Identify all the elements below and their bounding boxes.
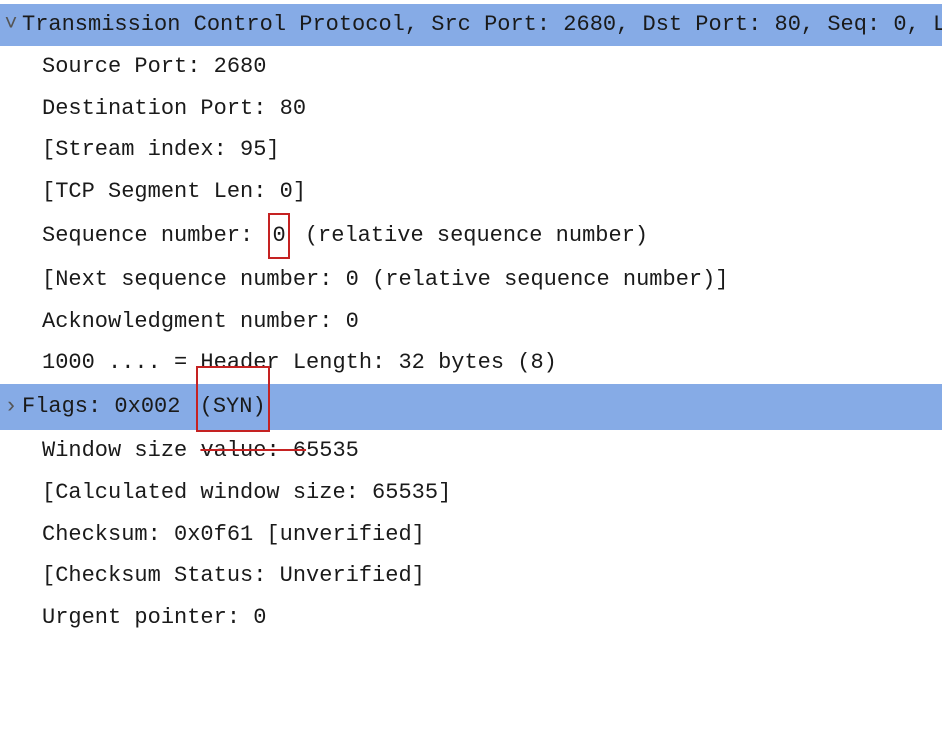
window-size-row[interactable]: Window size value: 65535	[0, 430, 942, 472]
tcp-header-row[interactable]: ˅Transmission Control Protocol, Src Port…	[0, 4, 942, 46]
ack-row[interactable]: Acknowledgment number: 0	[0, 301, 942, 343]
checksum-row[interactable]: Checksum: 0x0f61 [unverified]	[0, 514, 942, 556]
tcp-header-text: Transmission Control Protocol, Src Port:…	[22, 12, 942, 37]
sequence-number-row[interactable]: Sequence number: 0 (relative sequence nu…	[0, 213, 942, 259]
ack-text: Acknowledgment number: 0	[42, 309, 359, 334]
calc-window-row[interactable]: [Calculated window size: 65535]	[0, 472, 942, 514]
source-port-text: Source Port: 2680	[42, 54, 266, 79]
chevron-down-icon[interactable]: ˅	[0, 4, 22, 46]
segment-len-row[interactable]: [TCP Segment Len: 0]	[0, 171, 942, 213]
seq-suffix: (relative sequence number)	[292, 223, 648, 248]
seq-value-highlight: 0	[268, 213, 289, 259]
chevron-right-icon[interactable]: ›	[0, 386, 22, 428]
next-seq-row[interactable]: [Next sequence number: 0 (relative seque…	[0, 259, 942, 301]
window-pre: Window size	[42, 438, 200, 463]
checksum-status-text: [Checksum Status: Unverified]	[42, 563, 425, 588]
stream-index-row[interactable]: [Stream index: 95]	[0, 129, 942, 171]
seq-label: Sequence number:	[42, 223, 266, 248]
next-seq-text: [Next sequence number: 0 (relative seque…	[42, 267, 729, 292]
dest-port-row[interactable]: Destination Port: 80	[0, 88, 942, 130]
flags-row[interactable]: ›Flags: 0x002 (SYN)	[0, 384, 942, 430]
flags-syn-highlight: (SYN)	[196, 366, 270, 432]
window-mid: value: 6	[200, 438, 306, 463]
header-length-text: 1000 .... = Header Length: 32 bytes (8)	[42, 350, 557, 375]
checksum-status-row[interactable]: [Checksum Status: Unverified]	[0, 555, 942, 597]
dest-port-text: Destination Port: 80	[42, 96, 306, 121]
window-post: 5535	[306, 438, 359, 463]
packet-details-tree: ˅Transmission Control Protocol, Src Port…	[0, 0, 942, 639]
header-length-row[interactable]: 1000 .... = Header Length: 32 bytes (8)	[0, 342, 942, 384]
urgent-pointer-text: Urgent pointer: 0	[42, 605, 266, 630]
segment-len-text: [TCP Segment Len: 0]	[42, 179, 306, 204]
stream-index-text: [Stream index: 95]	[42, 137, 280, 162]
flags-text: Flags: 0x002	[22, 394, 194, 419]
source-port-row[interactable]: Source Port: 2680	[0, 46, 942, 88]
calc-window-text: [Calculated window size: 65535]	[42, 480, 451, 505]
checksum-text: Checksum: 0x0f61 [unverified]	[42, 522, 425, 547]
urgent-pointer-row[interactable]: Urgent pointer: 0	[0, 597, 942, 639]
